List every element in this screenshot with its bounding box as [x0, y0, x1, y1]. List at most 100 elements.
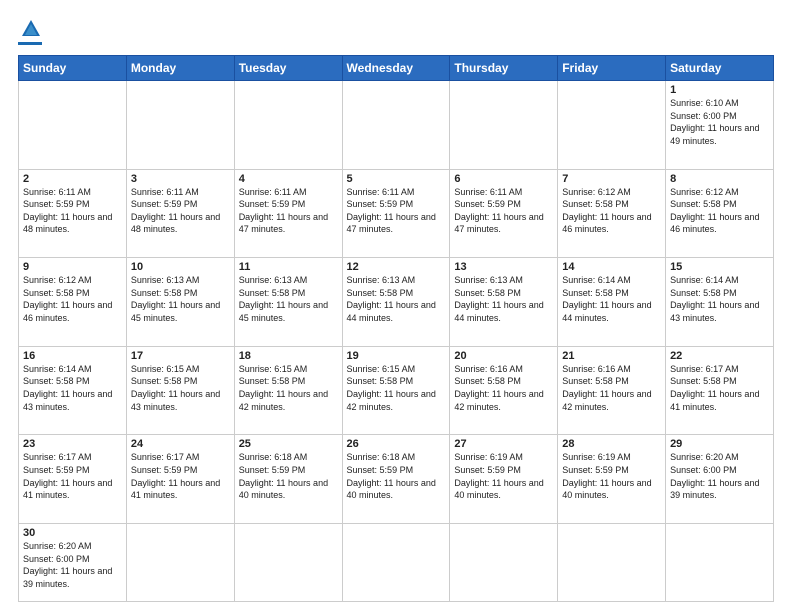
calendar-cell: 28Sunrise: 6:19 AMSunset: 5:59 PMDayligh…: [558, 435, 666, 524]
logo-icon: [20, 18, 42, 40]
day-info: Sunrise: 6:11 AMSunset: 5:59 PMDaylight:…: [347, 186, 446, 236]
calendar-cell: 29Sunrise: 6:20 AMSunset: 6:00 PMDayligh…: [666, 435, 774, 524]
day-number: 22: [670, 350, 769, 362]
calendar-week-6: 30Sunrise: 6:20 AMSunset: 6:00 PMDayligh…: [19, 524, 774, 602]
logo-underline: [18, 42, 42, 45]
day-number: 30: [23, 527, 122, 539]
page: SundayMondayTuesdayWednesdayThursdayFrid…: [0, 0, 792, 612]
day-info: Sunrise: 6:12 AMSunset: 5:58 PMDaylight:…: [670, 186, 769, 236]
day-number: 10: [131, 261, 230, 273]
calendar-cell: [666, 524, 774, 602]
calendar-dow-friday: Friday: [558, 56, 666, 81]
calendar-cell: 1Sunrise: 6:10 AMSunset: 6:00 PMDaylight…: [666, 81, 774, 170]
calendar-dow-monday: Monday: [126, 56, 234, 81]
calendar-cell: [450, 81, 558, 170]
day-info: Sunrise: 6:19 AMSunset: 5:59 PMDaylight:…: [454, 451, 553, 501]
day-info: Sunrise: 6:15 AMSunset: 5:58 PMDaylight:…: [239, 363, 338, 413]
calendar-cell: 24Sunrise: 6:17 AMSunset: 5:59 PMDayligh…: [126, 435, 234, 524]
calendar-cell: 10Sunrise: 6:13 AMSunset: 5:58 PMDayligh…: [126, 258, 234, 347]
calendar-table: SundayMondayTuesdayWednesdayThursdayFrid…: [18, 55, 774, 602]
calendar-cell: 19Sunrise: 6:15 AMSunset: 5:58 PMDayligh…: [342, 346, 450, 435]
day-number: 27: [454, 438, 553, 450]
day-info: Sunrise: 6:11 AMSunset: 5:59 PMDaylight:…: [131, 186, 230, 236]
day-number: 13: [454, 261, 553, 273]
calendar-cell: 7Sunrise: 6:12 AMSunset: 5:58 PMDaylight…: [558, 169, 666, 258]
calendar-cell: 23Sunrise: 6:17 AMSunset: 5:59 PMDayligh…: [19, 435, 127, 524]
calendar-cell: [342, 524, 450, 602]
day-number: 8: [670, 173, 769, 185]
day-info: Sunrise: 6:16 AMSunset: 5:58 PMDaylight:…: [454, 363, 553, 413]
day-info: Sunrise: 6:14 AMSunset: 5:58 PMDaylight:…: [23, 363, 122, 413]
calendar-cell: 15Sunrise: 6:14 AMSunset: 5:58 PMDayligh…: [666, 258, 774, 347]
day-number: 28: [562, 438, 661, 450]
day-info: Sunrise: 6:14 AMSunset: 5:58 PMDaylight:…: [670, 274, 769, 324]
calendar-cell: 2Sunrise: 6:11 AMSunset: 5:59 PMDaylight…: [19, 169, 127, 258]
day-info: Sunrise: 6:11 AMSunset: 5:59 PMDaylight:…: [23, 186, 122, 236]
calendar-cell: 8Sunrise: 6:12 AMSunset: 5:58 PMDaylight…: [666, 169, 774, 258]
day-info: Sunrise: 6:13 AMSunset: 5:58 PMDaylight:…: [454, 274, 553, 324]
day-number: 9: [23, 261, 122, 273]
day-number: 1: [670, 84, 769, 96]
calendar-cell: 13Sunrise: 6:13 AMSunset: 5:58 PMDayligh…: [450, 258, 558, 347]
calendar-cell: 11Sunrise: 6:13 AMSunset: 5:58 PMDayligh…: [234, 258, 342, 347]
calendar-cell: 9Sunrise: 6:12 AMSunset: 5:58 PMDaylight…: [19, 258, 127, 347]
calendar-dow-sunday: Sunday: [19, 56, 127, 81]
day-number: 14: [562, 261, 661, 273]
calendar-cell: [234, 524, 342, 602]
calendar-week-5: 23Sunrise: 6:17 AMSunset: 5:59 PMDayligh…: [19, 435, 774, 524]
calendar-cell: 6Sunrise: 6:11 AMSunset: 5:59 PMDaylight…: [450, 169, 558, 258]
calendar-cell: [234, 81, 342, 170]
day-info: Sunrise: 6:15 AMSunset: 5:58 PMDaylight:…: [131, 363, 230, 413]
day-number: 21: [562, 350, 661, 362]
day-info: Sunrise: 6:20 AMSunset: 6:00 PMDaylight:…: [23, 540, 122, 590]
calendar-header-row: SundayMondayTuesdayWednesdayThursdayFrid…: [19, 56, 774, 81]
day-number: 24: [131, 438, 230, 450]
calendar-cell: 20Sunrise: 6:16 AMSunset: 5:58 PMDayligh…: [450, 346, 558, 435]
calendar-cell: 14Sunrise: 6:14 AMSunset: 5:58 PMDayligh…: [558, 258, 666, 347]
calendar-cell: [126, 81, 234, 170]
day-info: Sunrise: 6:12 AMSunset: 5:58 PMDaylight:…: [23, 274, 122, 324]
calendar-cell: [450, 524, 558, 602]
day-number: 2: [23, 173, 122, 185]
day-info: Sunrise: 6:17 AMSunset: 5:58 PMDaylight:…: [670, 363, 769, 413]
day-info: Sunrise: 6:19 AMSunset: 5:59 PMDaylight:…: [562, 451, 661, 501]
day-info: Sunrise: 6:14 AMSunset: 5:58 PMDaylight:…: [562, 274, 661, 324]
day-info: Sunrise: 6:10 AMSunset: 6:00 PMDaylight:…: [670, 97, 769, 147]
calendar-cell: 27Sunrise: 6:19 AMSunset: 5:59 PMDayligh…: [450, 435, 558, 524]
day-number: 3: [131, 173, 230, 185]
day-number: 5: [347, 173, 446, 185]
calendar-cell: 26Sunrise: 6:18 AMSunset: 5:59 PMDayligh…: [342, 435, 450, 524]
calendar-week-1: 1Sunrise: 6:10 AMSunset: 6:00 PMDaylight…: [19, 81, 774, 170]
calendar-cell: 18Sunrise: 6:15 AMSunset: 5:58 PMDayligh…: [234, 346, 342, 435]
calendar-cell: 25Sunrise: 6:18 AMSunset: 5:59 PMDayligh…: [234, 435, 342, 524]
day-number: 11: [239, 261, 338, 273]
day-info: Sunrise: 6:13 AMSunset: 5:58 PMDaylight:…: [239, 274, 338, 324]
day-info: Sunrise: 6:18 AMSunset: 5:59 PMDaylight:…: [347, 451, 446, 501]
day-number: 16: [23, 350, 122, 362]
calendar-cell: 4Sunrise: 6:11 AMSunset: 5:59 PMDaylight…: [234, 169, 342, 258]
day-number: 15: [670, 261, 769, 273]
day-info: Sunrise: 6:11 AMSunset: 5:59 PMDaylight:…: [239, 186, 338, 236]
calendar-dow-wednesday: Wednesday: [342, 56, 450, 81]
day-number: 23: [23, 438, 122, 450]
calendar-cell: [558, 81, 666, 170]
calendar-cell: 16Sunrise: 6:14 AMSunset: 5:58 PMDayligh…: [19, 346, 127, 435]
day-info: Sunrise: 6:17 AMSunset: 5:59 PMDaylight:…: [23, 451, 122, 501]
calendar-cell: 22Sunrise: 6:17 AMSunset: 5:58 PMDayligh…: [666, 346, 774, 435]
logo: [18, 18, 42, 45]
day-number: 26: [347, 438, 446, 450]
day-number: 12: [347, 261, 446, 273]
day-info: Sunrise: 6:11 AMSunset: 5:59 PMDaylight:…: [454, 186, 553, 236]
day-info: Sunrise: 6:18 AMSunset: 5:59 PMDaylight:…: [239, 451, 338, 501]
calendar-dow-tuesday: Tuesday: [234, 56, 342, 81]
day-info: Sunrise: 6:15 AMSunset: 5:58 PMDaylight:…: [347, 363, 446, 413]
calendar-cell: 3Sunrise: 6:11 AMSunset: 5:59 PMDaylight…: [126, 169, 234, 258]
day-number: 25: [239, 438, 338, 450]
day-number: 19: [347, 350, 446, 362]
day-number: 17: [131, 350, 230, 362]
header: [18, 18, 774, 45]
day-info: Sunrise: 6:20 AMSunset: 6:00 PMDaylight:…: [670, 451, 769, 501]
calendar-week-4: 16Sunrise: 6:14 AMSunset: 5:58 PMDayligh…: [19, 346, 774, 435]
day-number: 18: [239, 350, 338, 362]
day-number: 6: [454, 173, 553, 185]
